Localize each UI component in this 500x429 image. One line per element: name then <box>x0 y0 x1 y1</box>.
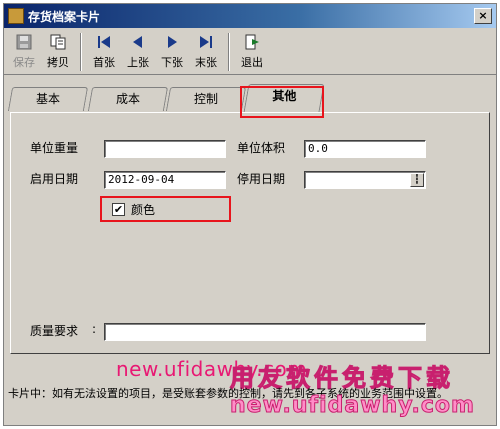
tab-cost-label: 成本 <box>115 92 140 106</box>
tab-cost[interactable]: 成本 <box>87 87 169 111</box>
tab-control[interactable]: 控制 <box>165 87 247 111</box>
copy-icon <box>49 33 67 51</box>
quality-colon: : <box>92 322 97 336</box>
prev-button[interactable]: 上张 <box>122 31 154 73</box>
next-button[interactable]: 下张 <box>156 31 188 73</box>
tab-basic-label: 基本 <box>35 92 60 106</box>
quality-label: 质量要求 <box>30 324 79 338</box>
unit-weight-input[interactable] <box>104 140 226 158</box>
inventory-card-window: 存货档案卡片 × 保存 拷贝 首张 上张 下张 末张 退出 基本 成本 控制 其… <box>3 3 497 426</box>
first-icon <box>95 33 113 51</box>
next-icon <box>163 33 181 51</box>
color-checkbox-label: 颜色 <box>131 202 156 217</box>
unit-volume-label: 单位体积 <box>237 141 286 155</box>
start-date-input[interactable]: 2012-09-04 <box>104 171 226 189</box>
copy-label: 拷贝 <box>47 56 69 69</box>
quality-input[interactable] <box>104 323 426 341</box>
toolbar: 保存 拷贝 首张 上张 下张 末张 退出 <box>4 29 496 75</box>
color-checkbox[interactable]: ✔ <box>112 202 125 216</box>
window-title: 存货档案卡片 <box>28 9 101 24</box>
stop-date-input[interactable]: ┇ <box>304 171 426 189</box>
unit-volume-input[interactable]: 0.0 <box>304 140 426 158</box>
save-label: 保存 <box>13 56 35 69</box>
watermark-url-bottom: new.ufidawhy.com <box>230 393 475 419</box>
last-label: 末张 <box>195 56 217 69</box>
copy-button[interactable]: 拷贝 <box>42 31 74 73</box>
exit-button[interactable]: 退出 <box>236 31 268 73</box>
tab-control-label: 控制 <box>193 92 218 106</box>
first-label: 首张 <box>93 56 115 69</box>
prev-label: 上张 <box>127 56 149 69</box>
title-bar: 存货档案卡片 × <box>4 4 496 28</box>
start-date-label: 启用日期 <box>30 172 79 186</box>
tab-basic[interactable]: 基本 <box>7 87 89 111</box>
save-button[interactable]: 保存 <box>8 31 40 73</box>
color-checkbox-highlight: ✔ 颜色 <box>100 196 231 222</box>
exit-label: 退出 <box>241 56 263 69</box>
tab-highlight-box <box>240 86 324 118</box>
stop-date-label: 停用日期 <box>237 172 286 186</box>
exit-icon <box>243 33 261 51</box>
toolbar-separator <box>80 33 82 71</box>
prev-icon <box>129 33 147 51</box>
next-label: 下张 <box>161 56 183 69</box>
toolbar-separator <box>228 33 230 71</box>
calendar-picker-icon[interactable]: ┇ <box>410 173 424 187</box>
app-icon <box>8 8 24 24</box>
unit-weight-label: 单位重量 <box>30 141 79 155</box>
close-button[interactable]: × <box>474 8 492 24</box>
last-button[interactable]: 末张 <box>190 31 222 73</box>
last-icon <box>197 33 215 51</box>
first-button[interactable]: 首张 <box>88 31 120 73</box>
save-icon <box>15 33 33 51</box>
